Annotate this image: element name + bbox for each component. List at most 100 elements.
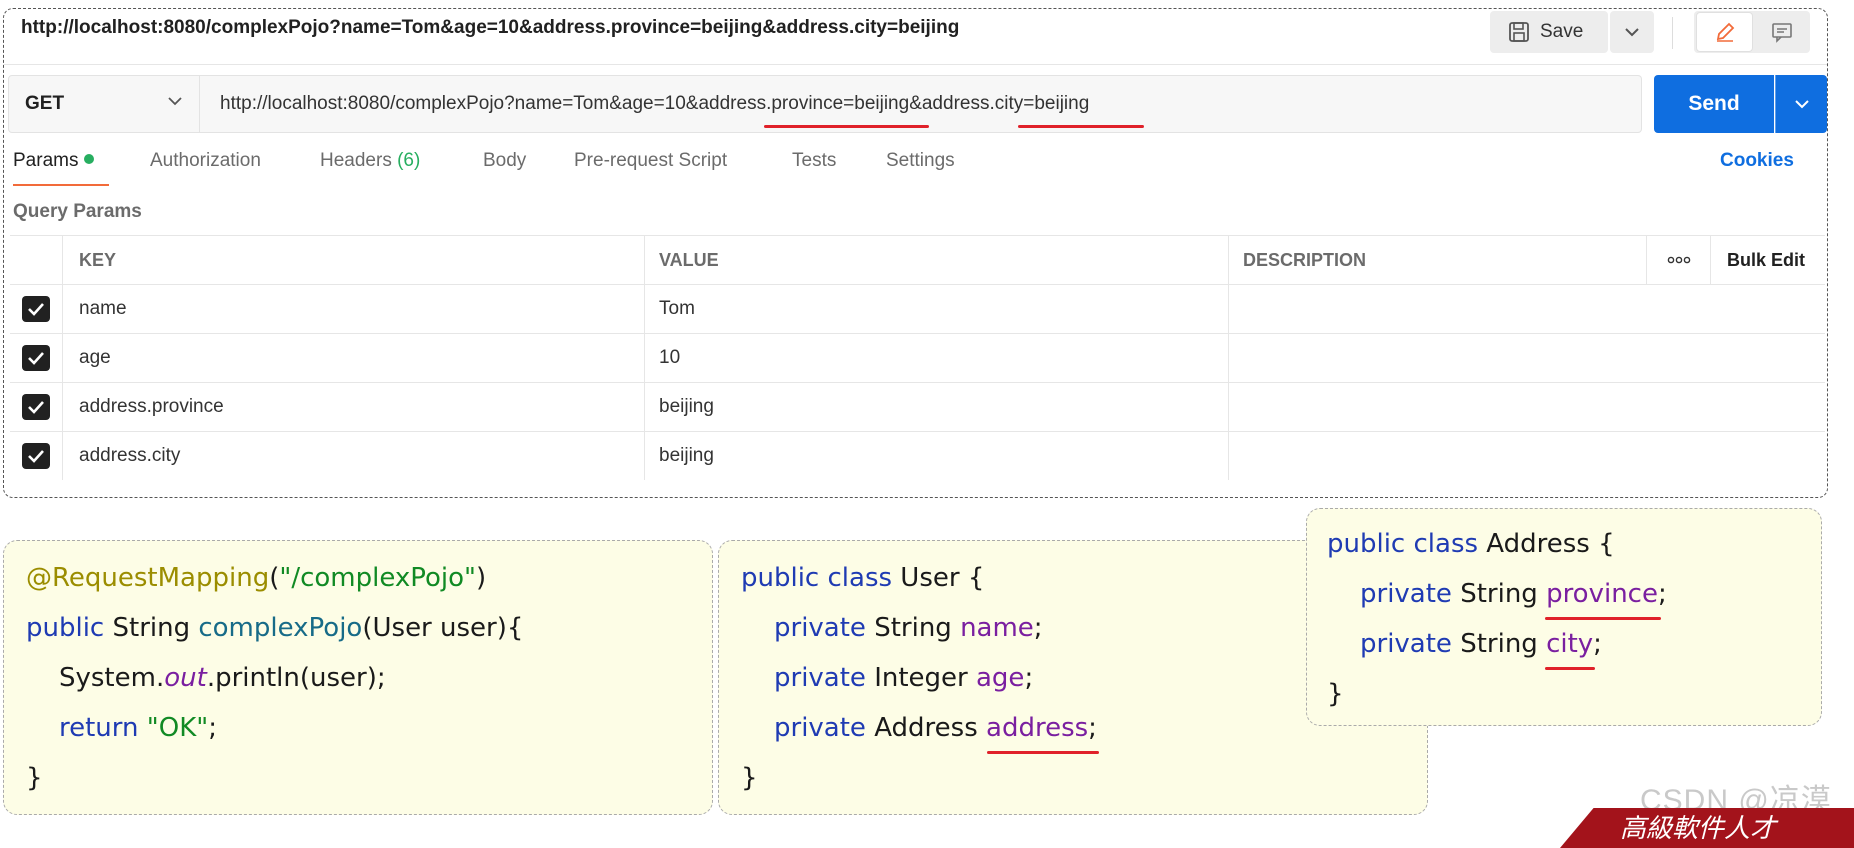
checkmark-icon bbox=[28, 352, 44, 365]
tab-prerequest-script[interactable]: Pre-request Script bbox=[574, 150, 727, 172]
highlight-underline bbox=[987, 751, 1099, 754]
keyword: public bbox=[26, 613, 105, 643]
url-text: http://localhost:8080/complexPojo?name=T… bbox=[220, 93, 1090, 114]
save-options-button[interactable] bbox=[1610, 11, 1654, 53]
tab-authorization[interactable]: Authorization bbox=[150, 150, 261, 172]
param-value[interactable]: beijing bbox=[644, 432, 1228, 480]
field-name: name bbox=[960, 613, 1034, 643]
column-header-key: KEY bbox=[62, 236, 644, 284]
string-literal: "/complexPojo" bbox=[279, 563, 477, 593]
active-tab-indicator bbox=[13, 184, 109, 186]
string-literal: "OK" bbox=[146, 713, 209, 743]
save-icon bbox=[1509, 22, 1529, 42]
tab-body[interactable]: Body bbox=[483, 150, 526, 172]
cookies-link[interactable]: Cookies bbox=[1720, 150, 1794, 172]
param-description[interactable] bbox=[1228, 334, 1646, 382]
corner-banner-text: 高級軟件人才 bbox=[1620, 814, 1777, 844]
request-name[interactable]: http://localhost:8080/complexPojo?name=T… bbox=[21, 17, 959, 39]
query-params-table: KEY VALUE DESCRIPTION Bulk Edit name Tom bbox=[10, 235, 1825, 480]
field-name: city bbox=[1546, 629, 1594, 659]
param-checkbox[interactable] bbox=[22, 443, 50, 469]
keyword: return bbox=[59, 713, 139, 743]
param-key[interactable]: name bbox=[62, 285, 644, 333]
query-params-title: Query Params bbox=[13, 201, 142, 222]
pencil-icon bbox=[1716, 22, 1734, 42]
address-class-code-card: public class Address { private String pr… bbox=[1306, 508, 1822, 726]
chevron-down-icon bbox=[1625, 28, 1639, 37]
request-tabs: Params Authorization Headers (6) Body Pr… bbox=[0, 150, 1854, 190]
checkmark-icon bbox=[28, 303, 44, 316]
keyword: public class bbox=[1327, 529, 1479, 559]
checkmark-icon bbox=[28, 401, 44, 414]
param-value[interactable]: beijing bbox=[644, 383, 1228, 431]
keyword: private bbox=[1360, 579, 1452, 609]
semicolon: ; bbox=[1593, 629, 1602, 659]
param-description[interactable] bbox=[1228, 432, 1646, 480]
semicolon: ; bbox=[1033, 613, 1043, 643]
tab-params[interactable]: Params bbox=[13, 150, 95, 172]
tab-settings[interactable]: Settings bbox=[886, 150, 955, 172]
view-mode-toggle bbox=[1694, 11, 1810, 53]
chevron-down-icon bbox=[168, 97, 182, 106]
param-value[interactable]: 10 bbox=[644, 334, 1228, 382]
status-dot bbox=[84, 154, 95, 164]
row-check-cell bbox=[10, 383, 62, 431]
code-line: } bbox=[741, 763, 758, 793]
table-header-row: KEY VALUE DESCRIPTION Bulk Edit bbox=[10, 235, 1825, 284]
param-description[interactable] bbox=[1228, 383, 1646, 431]
paren-open: ( bbox=[269, 563, 280, 593]
request-header: http://localhost:8080/complexPojo?name=T… bbox=[4, 9, 1827, 65]
keyword: public class bbox=[741, 563, 893, 593]
type-name: String bbox=[104, 613, 199, 643]
param-key[interactable]: age bbox=[62, 334, 644, 382]
chevron-down-icon bbox=[1794, 100, 1809, 109]
checkbox-column-header bbox=[10, 236, 62, 284]
param-checkbox[interactable] bbox=[22, 394, 50, 420]
row-check-cell bbox=[10, 334, 62, 382]
highlight-underline bbox=[1545, 617, 1661, 620]
more-options-button[interactable] bbox=[1646, 236, 1710, 284]
code-line: public class User { bbox=[741, 563, 984, 593]
send-options-button[interactable] bbox=[1775, 75, 1827, 133]
tab-tests[interactable]: Tests bbox=[792, 150, 836, 172]
highlight-underline bbox=[1018, 125, 1144, 128]
save-label: Save bbox=[1540, 21, 1584, 42]
field-name: age bbox=[976, 663, 1025, 693]
param-value[interactable]: Tom bbox=[644, 285, 1228, 333]
type-name: Integer bbox=[865, 663, 976, 693]
send-label: Send bbox=[1688, 92, 1740, 115]
parameters: (User user){ bbox=[362, 613, 524, 643]
field-name: province bbox=[1546, 579, 1658, 609]
param-checkbox[interactable] bbox=[22, 345, 50, 371]
keyword: private bbox=[774, 613, 866, 643]
param-key[interactable]: address.city bbox=[62, 432, 644, 480]
column-header-value: VALUE bbox=[644, 236, 1228, 284]
edit-mode-button[interactable] bbox=[1696, 12, 1754, 52]
param-description[interactable] bbox=[1228, 285, 1646, 333]
highlight-underline bbox=[1545, 667, 1595, 670]
code-line: return "OK"; bbox=[59, 713, 217, 743]
println-call: .println(user); bbox=[206, 663, 386, 693]
code-line: private String name; bbox=[774, 613, 1043, 643]
send-button[interactable]: Send bbox=[1654, 75, 1774, 133]
highlight-underline bbox=[764, 125, 929, 128]
param-key[interactable]: address.province bbox=[62, 383, 644, 431]
comments-button[interactable] bbox=[1753, 11, 1810, 53]
bulk-edit-button[interactable]: Bulk Edit bbox=[1710, 236, 1825, 284]
code-line: private Integer age; bbox=[774, 663, 1033, 693]
type-name: Address bbox=[865, 713, 987, 743]
row-check-cell bbox=[10, 285, 62, 333]
type-name: String bbox=[865, 613, 961, 643]
semicolon: ; bbox=[208, 713, 217, 743]
more-horizontal-icon bbox=[1667, 256, 1690, 264]
tab-headers[interactable]: Headers (6) bbox=[320, 150, 420, 172]
method-select[interactable]: GET bbox=[8, 75, 200, 133]
save-button[interactable]: Save bbox=[1490, 11, 1608, 53]
param-checkbox[interactable] bbox=[22, 296, 50, 322]
keyword: private bbox=[774, 713, 866, 743]
code-line: public String complexPojo(User user){ bbox=[26, 613, 523, 643]
row-check-cell bbox=[10, 432, 62, 480]
type-name: String bbox=[1451, 579, 1547, 609]
tab-params-label: Params bbox=[13, 150, 79, 171]
field-name: address bbox=[986, 713, 1089, 743]
